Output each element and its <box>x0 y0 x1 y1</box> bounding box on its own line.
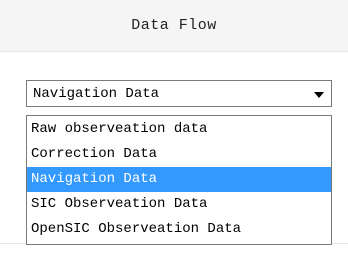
dropdown-option-raw-observation[interactable]: Raw observeation data <box>27 117 331 142</box>
data-flow-panel: Data Flow Navigation Data Raw observeati… <box>0 0 348 260</box>
dropdown-option-correction-data[interactable]: Correction Data <box>27 142 331 167</box>
dropdown-option-navigation-data[interactable]: Navigation Data <box>27 167 331 192</box>
select-value: Navigation Data <box>33 86 160 102</box>
data-type-dropdown-list: Raw observeation data Correction Data Na… <box>26 115 332 245</box>
dropdown-option-opensic-observation[interactable]: OpenSIC Observeation Data <box>27 217 331 242</box>
dropdown-option-sic-observation[interactable]: SIC Observeation Data <box>27 192 331 217</box>
chevron-down-icon[interactable] <box>314 92 324 98</box>
panel-title: Data Flow <box>131 17 217 34</box>
panel-header: Data Flow <box>0 0 348 52</box>
data-type-select[interactable]: Navigation Data <box>26 80 332 107</box>
